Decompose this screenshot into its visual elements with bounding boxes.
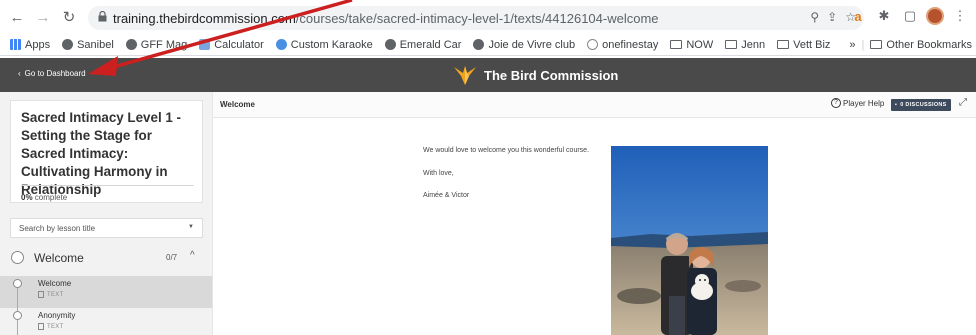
lock-icon bbox=[98, 10, 107, 25]
help-circle-icon: ? bbox=[831, 98, 841, 108]
lesson-search-select[interactable]: Search by lesson title ▼ bbox=[10, 218, 203, 238]
chevron-up-icon[interactable]: ^ bbox=[190, 250, 195, 261]
bookmark-apps[interactable]: Apps bbox=[10, 39, 50, 51]
reload-icon[interactable]: ↻ bbox=[58, 6, 80, 28]
go-to-dashboard-link[interactable]: ‹ Go to Dashboard bbox=[18, 69, 86, 78]
signature-names: Aimée & Victor bbox=[423, 192, 470, 199]
document-icon bbox=[38, 291, 44, 298]
expand-icon[interactable]: ⤢ bbox=[959, 97, 967, 108]
back-arrow-icon[interactable]: ← bbox=[6, 6, 28, 28]
caret-down-icon: ▼ bbox=[188, 224, 194, 230]
bookmark-sanibel[interactable]: Sanibel bbox=[62, 39, 114, 51]
calculator-icon bbox=[199, 39, 211, 50]
url-text: training.thebirdcommission.com/courses/t… bbox=[113, 11, 659, 26]
progress-text: 0% complete bbox=[21, 193, 68, 202]
folder-icon bbox=[777, 40, 790, 49]
bookmark-now[interactable]: NOW bbox=[670, 39, 713, 51]
lesson-item[interactable]: Welcome TEXT bbox=[0, 276, 212, 308]
lesson-status-circle-icon bbox=[13, 279, 22, 288]
sign-off: With love, bbox=[423, 170, 454, 177]
menu-kebab-icon[interactable]: ⋮ bbox=[950, 6, 970, 26]
welcome-message: We would love to welcome you this wonder… bbox=[423, 147, 590, 154]
chapter-progress-count: 0/7 bbox=[166, 253, 178, 262]
lesson-type: TEXT bbox=[38, 291, 64, 298]
other-bookmarks-folder[interactable]: Other Bookmarks bbox=[870, 39, 972, 51]
bookmark-jenn[interactable]: Jenn bbox=[725, 39, 765, 51]
bookmarks-bar: Apps Sanibel GFF Mag Calculator Custom K… bbox=[0, 34, 976, 56]
progress-bar bbox=[21, 185, 194, 186]
bookmark-onefinestay[interactable]: onefinestay bbox=[587, 39, 658, 51]
share-icon[interactable]: ⇪ bbox=[827, 10, 837, 24]
course-card: Sacred Intimacy Level 1 - Setting the St… bbox=[10, 100, 203, 203]
sidepanel-icon[interactable]: ▢ bbox=[900, 6, 920, 26]
chevron-left-icon: ‹ bbox=[18, 69, 21, 78]
folder-icon bbox=[725, 40, 738, 49]
globe-icon bbox=[473, 39, 485, 50]
bookmark-custom-karaoke[interactable]: Custom Karaoke bbox=[275, 39, 373, 51]
document-icon bbox=[38, 323, 44, 330]
app-header: ‹ Go to Dashboard The Bird Commission bbox=[0, 58, 976, 92]
bookmark-calculator[interactable]: Calculator bbox=[199, 39, 264, 51]
globe-icon bbox=[384, 39, 396, 50]
bookmark-vett-biz[interactable]: Vett Biz bbox=[777, 39, 830, 51]
grid-icon bbox=[10, 39, 21, 50]
screen: ← → ↻ training.thebirdcommission.com/cou… bbox=[0, 0, 976, 335]
folder-icon bbox=[670, 40, 683, 49]
zoom-icon[interactable]: ⚲ bbox=[810, 10, 819, 24]
chapter-header[interactable]: Welcome 0/7 ^ bbox=[0, 244, 212, 272]
chapter-title: Welcome bbox=[34, 251, 84, 265]
lesson-toolbar: Welcome ? Player Help ▪ 0 DISCUSSIONS ⤢ bbox=[213, 92, 976, 118]
globe-icon bbox=[125, 39, 137, 50]
lesson-connector-line bbox=[17, 320, 18, 335]
forward-arrow-icon[interactable]: → bbox=[32, 6, 54, 28]
bookmark-emerald-car[interactable]: Emerald Car bbox=[384, 39, 461, 51]
bookmarks-overflow-button[interactable]: » bbox=[849, 39, 855, 51]
lesson-heading: Welcome bbox=[220, 100, 255, 109]
profile-avatar[interactable] bbox=[926, 7, 944, 25]
lesson-type: TEXT bbox=[38, 323, 64, 330]
onefinestay-icon bbox=[587, 39, 599, 50]
url-path: /courses/take/sacred-intimacy-level-1/te… bbox=[295, 10, 659, 26]
url-host: training.thebirdcommission.com bbox=[113, 10, 296, 26]
lesson-connector-line bbox=[17, 288, 18, 308]
lesson-content: Welcome ? Player Help ▪ 0 DISCUSSIONS ⤢ We… bbox=[212, 92, 976, 335]
couple-photo bbox=[611, 146, 768, 335]
chat-bubble-icon: ▪ bbox=[895, 102, 898, 108]
address-bar[interactable]: training.thebirdcommission.com/courses/t… bbox=[88, 6, 864, 30]
folder-icon bbox=[870, 40, 883, 49]
player-help-button[interactable]: ? Player Help bbox=[831, 98, 884, 108]
browser-toolbar: ← → ↻ training.thebirdcommission.com/cou… bbox=[0, 0, 976, 34]
chapter-status-circle-icon bbox=[11, 251, 24, 264]
discussions-button[interactable]: ▪ 0 DISCUSSIONS bbox=[891, 99, 951, 111]
brand-title: The Bird Commission bbox=[484, 67, 619, 83]
lesson-status-circle-icon bbox=[13, 311, 22, 320]
lesson-item[interactable]: Anonymity TEXT bbox=[0, 308, 212, 335]
lesson-title: Welcome bbox=[38, 279, 72, 288]
extensions-puzzle-icon[interactable]: ✱ bbox=[874, 6, 894, 26]
amazon-extension-icon[interactable]: a bbox=[848, 6, 868, 26]
bird-logo-icon bbox=[454, 66, 476, 85]
brand: The Bird Commission bbox=[452, 64, 618, 86]
bookmark-joie-de-vivre[interactable]: Joie de Vivre club bbox=[473, 39, 575, 51]
course-sidebar: Sacred Intimacy Level 1 - Setting the St… bbox=[0, 92, 212, 335]
globe-icon bbox=[62, 39, 74, 50]
cloud-icon bbox=[275, 39, 287, 50]
bookmark-gff-mag[interactable]: GFF Mag bbox=[125, 39, 187, 51]
lesson-title: Anonymity bbox=[38, 311, 76, 320]
